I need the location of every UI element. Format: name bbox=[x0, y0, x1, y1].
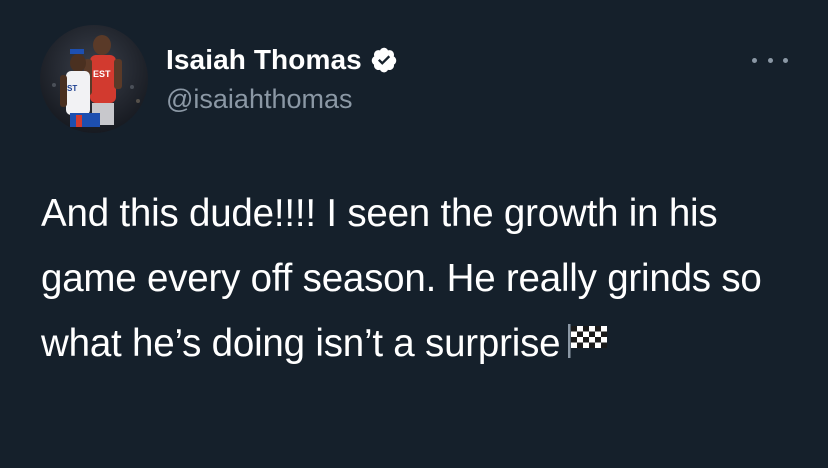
tweet-text: And this dude!!!! I seen the growth in h… bbox=[41, 181, 801, 376]
tweet-text-content: And this dude!!!! I seen the growth in h… bbox=[41, 192, 762, 365]
svg-text:ST: ST bbox=[67, 84, 77, 93]
tweet-card: EST ST Isaiah Thomas @isaiahthomas And t… bbox=[0, 0, 828, 468]
author-name-row: Isaiah Thomas bbox=[166, 41, 398, 79]
more-options-button[interactable] bbox=[748, 44, 792, 76]
avatar-photo: EST ST bbox=[40, 25, 148, 133]
avatar[interactable]: EST ST bbox=[40, 25, 148, 133]
verified-badge-icon bbox=[370, 46, 398, 74]
svg-text:EST: EST bbox=[93, 69, 111, 79]
author-handle[interactable]: @isaiahthomas bbox=[166, 84, 353, 115]
chequered-flag-icon bbox=[566, 315, 610, 358]
more-options-icon bbox=[752, 52, 788, 68]
display-name[interactable]: Isaiah Thomas bbox=[166, 44, 362, 76]
